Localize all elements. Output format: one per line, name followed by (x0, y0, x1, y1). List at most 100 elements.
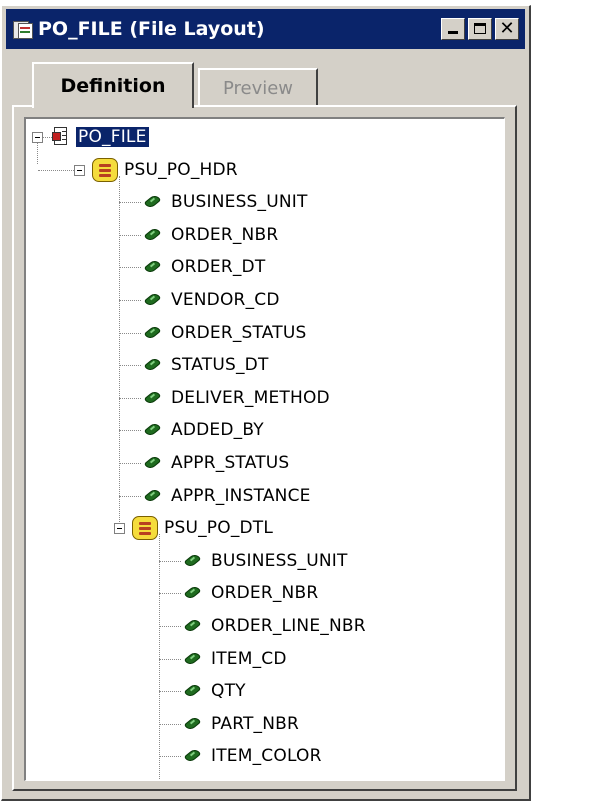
minimize-icon (448, 31, 458, 34)
tree-node-label: BUSINESS_UNIT (171, 192, 308, 213)
tree-node-field[interactable]: DELIVER_METHOD (141, 384, 330, 412)
tree-node-label: ORDER_STATUS (171, 322, 307, 343)
field-icon (141, 192, 163, 212)
tree-node-field[interactable]: ORDER_STATUS (141, 319, 307, 347)
tree-node-label: APPR_INSTANCE (171, 485, 311, 506)
field-icon (181, 551, 203, 571)
tree-node-label: APPR_STATUS (171, 453, 290, 473)
tree-node-label: PART_NBR (211, 713, 300, 734)
field-icon (181, 681, 203, 701)
tree-connector (119, 365, 141, 367)
tree-node-label: ITEM_CD (211, 648, 287, 669)
tree-node-field[interactable]: ADDED_BY (141, 416, 264, 444)
tree-node-label: PSU_PO_DTL (164, 518, 274, 539)
tree-connector (119, 267, 141, 269)
tree-node-label: ORDER_DT (171, 257, 266, 278)
field-icon (141, 420, 163, 440)
tree-node-label: QTY (211, 681, 246, 702)
tree-connector (119, 175, 120, 529)
tree-connector (119, 202, 141, 204)
tree-connector (119, 332, 141, 334)
tree-node-field[interactable]: PRICE (181, 775, 262, 780)
tree-node-label: PRICE (211, 779, 262, 780)
tree-node-field[interactable]: BUSINESS_UNIT (141, 188, 308, 216)
file-layout-tree[interactable]: PO_FILE PSU_PO_HDR BUSINESS_UNIT ORDER_NBR O… (24, 117, 505, 781)
tree-connector (119, 495, 141, 497)
tree-connector (119, 397, 141, 399)
tree-node-psu-po-hdr[interactable]: PSU_PO_HDR (92, 156, 238, 184)
tree-node-field[interactable]: ORDER_NBR (181, 579, 318, 607)
tree-connector (119, 234, 141, 236)
tree-node-field[interactable]: QTY (181, 677, 246, 705)
tree-node-label: DELIVER_METHOD (171, 387, 330, 408)
collapse-toggle[interactable] (74, 164, 85, 176)
maximize-icon (474, 23, 486, 34)
tree-node-field[interactable]: BUSINESS_UNIT (181, 547, 348, 575)
tree-node-field[interactable]: ORDER_DT (141, 253, 265, 281)
minimize-button[interactable] (441, 18, 465, 40)
field-icon (141, 453, 163, 473)
record-icon (92, 157, 118, 182)
field-icon (141, 290, 163, 310)
close-icon: ✕ (499, 18, 515, 39)
tree-connector (38, 169, 74, 171)
tree-connector (159, 560, 181, 562)
field-icon (141, 257, 163, 277)
file-layout-icon (52, 127, 70, 147)
field-icon (141, 323, 163, 343)
tree-node-label: ITEM_COLOR (211, 746, 322, 767)
tree-node-label: ORDER_LINE_NBR (211, 616, 366, 636)
close-button[interactable]: ✕ (495, 18, 519, 40)
field-icon (181, 714, 203, 734)
field-icon (141, 486, 163, 506)
tree-node-field[interactable]: APPR_STATUS (141, 449, 289, 477)
field-icon (181, 779, 203, 780)
field-icon (141, 225, 163, 245)
tree-connector (43, 137, 52, 138)
window-title: PO_FILE (File Layout) (38, 18, 265, 40)
title-bar[interactable]: PO_FILE (File Layout) ✕ (6, 9, 525, 49)
field-icon (181, 616, 203, 636)
tree-node-field[interactable]: ITEM_COLOR (181, 742, 322, 770)
tree-connector (37, 143, 38, 164)
tree-node-label: ORDER_NBR (171, 224, 279, 245)
tree-node-label: PSU_PO_HDR (124, 159, 238, 180)
tree-connector (159, 723, 181, 725)
tree-node-field[interactable]: STATUS_DT (141, 351, 269, 379)
tree-node-label: PO_FILE (76, 127, 149, 147)
tree-connector (119, 300, 141, 301)
tree-node-psu-po-dtl[interactable]: PSU_PO_DTL (132, 514, 273, 542)
tree-connector (159, 691, 181, 693)
tree-connector (159, 626, 181, 627)
tree-node-po-file[interactable]: PO_FILE (52, 123, 149, 151)
field-icon (181, 583, 203, 603)
tree-node-label: VENDOR_CD (171, 290, 280, 310)
tree-node-field[interactable]: ORDER_NBR (141, 221, 278, 249)
field-icon (181, 746, 203, 766)
tree-node-field[interactable]: APPR_INSTANCE (141, 482, 311, 510)
tree-node-label: STATUS_DT (171, 355, 269, 376)
file-layout-window: PO_FILE (File Layout) ✕ Definition Previ… (1, 5, 531, 801)
definition-panel: PO_FILE PSU_PO_HDR BUSINESS_UNIT ORDER_NBR O… (12, 105, 517, 791)
field-icon (141, 355, 163, 375)
tree-connector (159, 534, 160, 780)
tree-node-label: ORDER_NBR (211, 583, 319, 604)
tab-definition[interactable]: Definition (32, 62, 194, 108)
record-icon (132, 516, 158, 541)
tree-node-field[interactable]: ITEM_CD (181, 645, 287, 673)
tree-node-field[interactable]: ORDER_LINE_NBR (181, 612, 366, 640)
collapse-toggle[interactable] (114, 523, 125, 535)
tree-node-label: BUSINESS_UNIT (211, 550, 348, 571)
field-icon (181, 649, 203, 669)
field-icon (141, 388, 163, 408)
tree-connector (119, 430, 141, 432)
tab-preview[interactable]: Preview (198, 68, 318, 106)
tree-connector (159, 593, 181, 595)
tree-node-label: ADDED_BY (171, 420, 264, 441)
maximize-button[interactable] (468, 18, 492, 40)
file-layout-app-icon (13, 20, 33, 39)
tree-node-field[interactable]: VENDOR_CD (141, 286, 280, 314)
collapse-toggle[interactable] (32, 132, 43, 143)
tree-node-field[interactable]: PART_NBR (181, 710, 299, 738)
tree-connector (119, 463, 141, 464)
